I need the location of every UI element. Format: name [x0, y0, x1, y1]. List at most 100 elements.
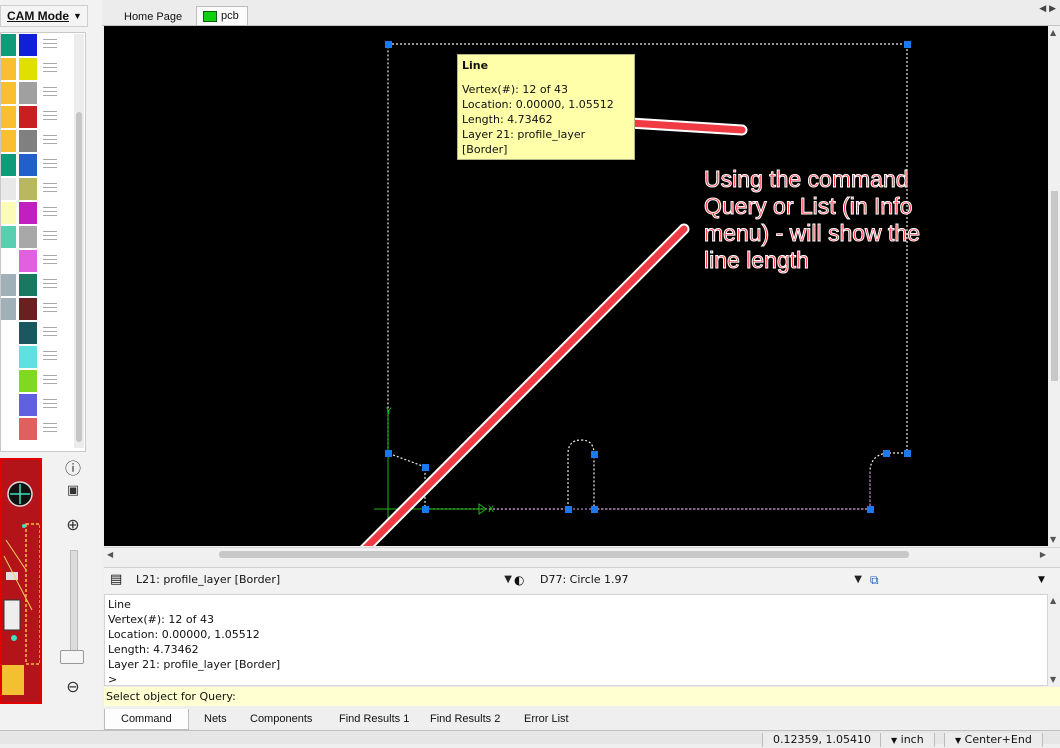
layer-pattern-icon[interactable]	[43, 423, 57, 434]
layer-color-swatch[interactable]	[19, 58, 37, 80]
layer-row[interactable]	[1, 57, 75, 81]
layer-fill-swatch[interactable]	[1, 346, 16, 368]
layer-scroll-thumb[interactable]	[76, 112, 82, 442]
dcode-select[interactable]: D77: Circle 1.97 ▼	[540, 570, 862, 590]
layer-fill-swatch[interactable]	[1, 418, 16, 440]
layer-row[interactable]	[1, 225, 75, 249]
layer-fill-swatch[interactable]	[1, 298, 16, 320]
layer-pattern-icon[interactable]	[43, 279, 57, 290]
layer-fill-swatch[interactable]	[1, 58, 16, 80]
layer-color-swatch[interactable]	[19, 298, 37, 320]
layer-visibility-icon[interactable]: ▣	[62, 480, 84, 502]
layer-row[interactable]	[1, 177, 75, 201]
layer-fill-swatch[interactable]	[1, 106, 16, 128]
layer-color-swatch[interactable]	[19, 250, 37, 272]
layer-fill-swatch[interactable]	[1, 154, 16, 176]
layer-row[interactable]	[1, 153, 75, 177]
layer-fill-swatch[interactable]	[1, 202, 16, 224]
layer-row[interactable]	[1, 249, 75, 273]
units-selector[interactable]: ▼ inch	[880, 733, 935, 747]
layer-color-swatch[interactable]	[19, 178, 37, 200]
layer-row[interactable]	[1, 81, 75, 105]
zoom-mode-selector[interactable]: ▼ Center+End	[944, 733, 1043, 747]
layer-row[interactable]	[1, 369, 75, 393]
tab-find-results-1[interactable]: Find Results 1	[333, 709, 415, 729]
layer-pattern-icon[interactable]	[43, 351, 57, 362]
layer-color-swatch[interactable]	[19, 106, 37, 128]
shapes-icon[interactable]: ⧉	[870, 570, 890, 590]
output-scrollbar[interactable]: ▲ ▼	[1049, 594, 1060, 686]
layer-row[interactable]	[1, 201, 75, 225]
tab-components[interactable]: Components	[244, 709, 318, 729]
zoom-slider-track[interactable]	[70, 550, 78, 662]
layer-row[interactable]	[1, 321, 75, 345]
layer-pattern-icon[interactable]	[43, 87, 57, 98]
canvas-horizontal-scrollbar[interactable]: ◀ ▶	[104, 547, 1060, 561]
scroll-down-icon[interactable]: ▼	[1050, 675, 1056, 684]
layer-color-swatch[interactable]	[19, 322, 37, 344]
layer-color-swatch[interactable]	[19, 82, 37, 104]
zoom-in-icon[interactable]: ⊕	[62, 514, 84, 536]
layer-row[interactable]	[1, 129, 75, 153]
layer-row[interactable]	[1, 345, 75, 369]
layer-pattern-icon[interactable]	[43, 327, 57, 338]
scroll-up-icon[interactable]: ▲	[1050, 28, 1056, 37]
layer-pattern-icon[interactable]	[43, 375, 57, 386]
layer-color-swatch[interactable]	[19, 226, 37, 248]
tab-scroll-arrows[interactable]: ◀ ▶	[1039, 4, 1056, 14]
command-output[interactable]: Line Vertex(#): 12 of 43 Location: 0.000…	[104, 594, 1048, 686]
layer-color-swatch[interactable]	[19, 274, 37, 296]
dcode-icon[interactable]: ◐	[514, 570, 536, 590]
layer-fill-swatch[interactable]	[1, 250, 16, 272]
scroll-left-icon[interactable]: ◀	[107, 550, 113, 559]
layer-row[interactable]	[1, 273, 75, 297]
layer-row[interactable]	[1, 297, 75, 321]
layer-color-swatch[interactable]	[19, 370, 37, 392]
layer-color-swatch[interactable]	[19, 34, 37, 56]
tab-pcb[interactable]: pcb	[196, 6, 248, 25]
layer-color-swatch[interactable]	[19, 130, 37, 152]
tab-home-page[interactable]: Home Page	[116, 8, 190, 26]
layer-pattern-icon[interactable]	[43, 303, 57, 314]
layer-pattern-icon[interactable]	[43, 231, 57, 242]
layer-pattern-icon[interactable]	[43, 135, 57, 146]
info-icon[interactable]: ⓘ	[62, 458, 84, 480]
scroll-right-icon[interactable]: ▶	[1040, 550, 1046, 559]
layer-fill-swatch[interactable]	[1, 370, 16, 392]
layer-color-swatch[interactable]	[19, 394, 37, 416]
layer-pattern-icon[interactable]	[43, 159, 57, 170]
layer-pattern-icon[interactable]	[43, 399, 57, 410]
layer-row[interactable]	[1, 393, 75, 417]
layer-pattern-icon[interactable]	[43, 39, 57, 50]
layer-pattern-icon[interactable]	[43, 111, 57, 122]
layer-fill-swatch[interactable]	[1, 274, 16, 296]
layer-pattern-icon[interactable]	[43, 255, 57, 266]
layer-pattern-icon[interactable]	[43, 63, 57, 74]
scroll-up-icon[interactable]: ▲	[1050, 596, 1056, 605]
layer-list-scrollbar[interactable]	[74, 34, 84, 448]
tab-find-results-2[interactable]: Find Results 2	[424, 709, 506, 729]
tab-nets[interactable]: Nets	[198, 709, 233, 729]
layer-color-swatch[interactable]	[19, 346, 37, 368]
layer-fill-swatch[interactable]	[1, 394, 16, 416]
layer-fill-swatch[interactable]	[1, 130, 16, 152]
layer-row[interactable]	[1, 417, 75, 441]
layer-fill-swatch[interactable]	[1, 178, 16, 200]
layer-fill-swatch[interactable]	[1, 34, 16, 56]
command-prompt[interactable]: >	[108, 672, 1044, 687]
zoom-slider-handle[interactable]	[60, 650, 84, 664]
layer-row[interactable]	[1, 105, 75, 129]
collapse-panel-icon[interactable]: ▼	[1038, 570, 1050, 590]
layer-select[interactable]: L21: profile_layer [Border] ▼	[136, 570, 512, 590]
layer-color-swatch[interactable]	[19, 418, 37, 440]
zoom-out-icon[interactable]: ⊖	[62, 676, 84, 698]
scroll-down-icon[interactable]: ▼	[1050, 535, 1056, 544]
layer-pattern-icon[interactable]	[43, 183, 57, 194]
tab-command[interactable]: Command	[104, 709, 189, 730]
cam-mode-dropdown[interactable]: CAM Mode ▼	[0, 5, 88, 27]
board-thumbnail[interactable]	[0, 458, 42, 704]
canvas-vscroll-thumb[interactable]	[1051, 191, 1058, 381]
canvas-hscroll-thumb[interactable]	[219, 551, 909, 558]
layer-pattern-icon[interactable]	[43, 207, 57, 218]
layer-fill-swatch[interactable]	[1, 82, 16, 104]
